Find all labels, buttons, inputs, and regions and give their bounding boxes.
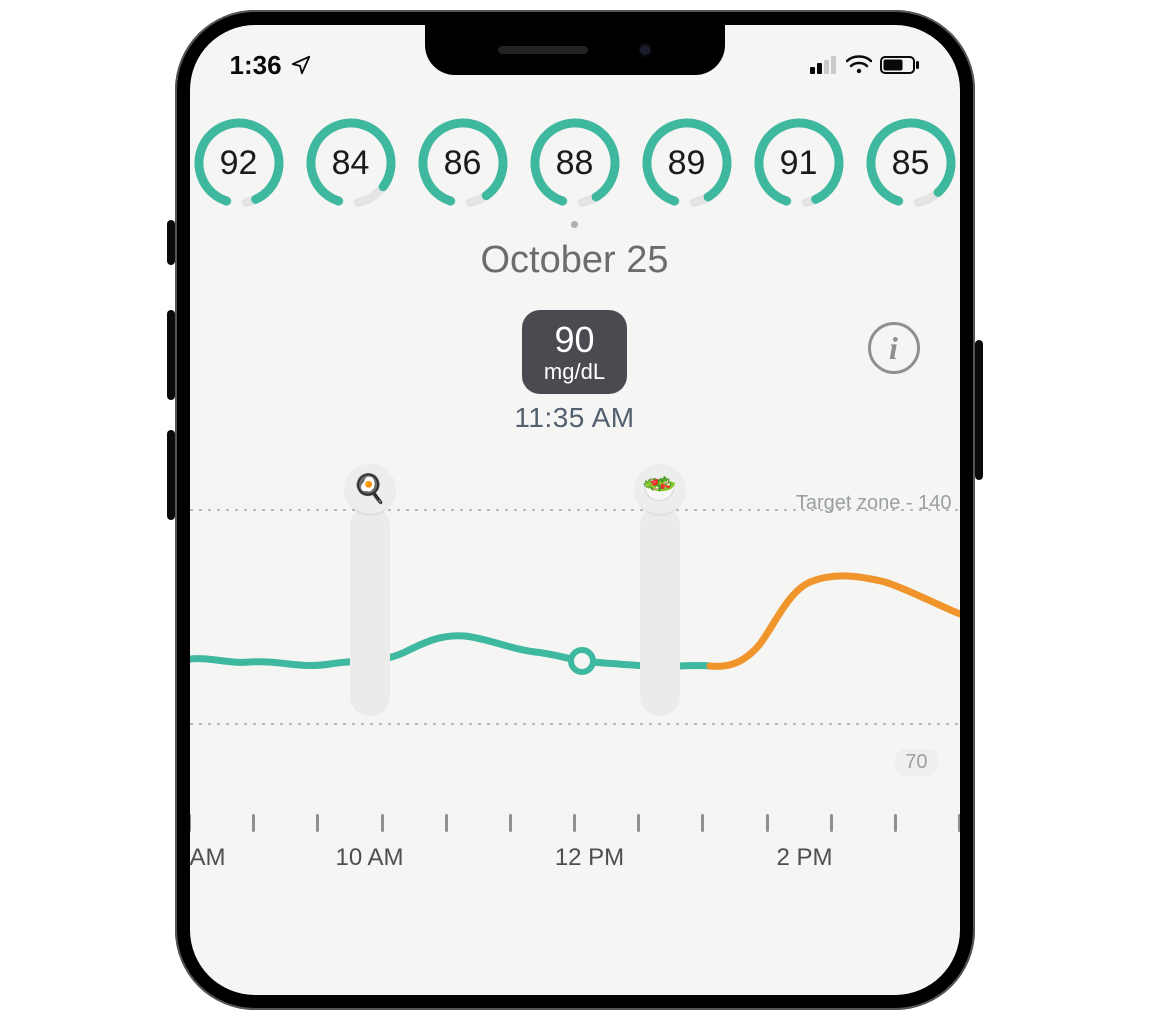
x-axis-tick (637, 814, 640, 832)
cellular-signal-icon (810, 56, 838, 74)
phone-notch (425, 25, 725, 75)
x-axis-tick (573, 814, 576, 832)
phone-volume-down (167, 430, 175, 520)
x-axis-tick (190, 814, 192, 832)
x-axis-tick (316, 814, 319, 832)
event-markers: 🍳 🥗 (190, 464, 960, 864)
battery-icon (880, 56, 920, 74)
x-axis-tick (252, 814, 255, 832)
current-reading-unit: mg/dL (544, 360, 605, 384)
status-time: 1:36 (230, 50, 282, 81)
phone-frame: 1:36 (175, 10, 975, 1010)
low-threshold-label: 70 (895, 749, 937, 776)
x-axis-label: AM (190, 844, 226, 872)
glucose-chart[interactable]: 🍳 🥗 Target zone - 140 70 AM10 AM12 PM2 P… (190, 464, 960, 864)
current-reading-block: 90 mg/dL 11:35 AM i (190, 310, 960, 434)
front-camera (638, 43, 652, 57)
x-axis-tick (830, 814, 833, 832)
daily-score-ring[interactable]: 89 (641, 117, 733, 209)
daily-score-value: 91 (753, 117, 845, 209)
daily-score-value: 85 (865, 117, 957, 209)
current-reading-value: 90 (544, 320, 605, 360)
target-zone-label: Target zone - 140 (796, 492, 952, 515)
x-axis-tick (381, 814, 384, 832)
chart-x-axis: AM 10 AM 12 PM 2 PM (190, 814, 960, 874)
current-reading-time: 11:35 AM (514, 402, 634, 434)
daily-score-value: 86 (417, 117, 509, 209)
current-reading-chip[interactable]: 90 mg/dL (522, 310, 627, 394)
x-axis-label: 2 PM (776, 844, 832, 872)
daily-score-ring[interactable]: 88 (529, 117, 621, 209)
page-dot-indicator (190, 215, 960, 233)
phone-power-button (975, 340, 983, 480)
daily-score-ring[interactable]: 92 (193, 117, 285, 209)
info-icon: i (889, 330, 898, 367)
daily-score-value: 92 (193, 117, 285, 209)
daily-score-value: 84 (305, 117, 397, 209)
salad-event-icon[interactable]: 🥗 (635, 464, 685, 514)
app-content: 92 84 86 88 89 91 85 (190, 105, 960, 995)
x-axis-label: 12 PM (555, 844, 624, 872)
daily-score-ring[interactable]: 91 (753, 117, 845, 209)
daily-score-ring[interactable]: 86 (417, 117, 509, 209)
x-axis-tick (509, 814, 512, 832)
x-axis-tick (958, 814, 960, 832)
x-axis-tick (701, 814, 704, 832)
daily-score-ring[interactable]: 84 (305, 117, 397, 209)
speaker-grille (498, 46, 588, 54)
x-axis-tick (894, 814, 897, 832)
meal-event-column-1 (350, 506, 390, 716)
daily-score-scroll[interactable]: 92 84 86 88 89 91 85 (190, 105, 960, 209)
daily-score-value: 89 (641, 117, 733, 209)
x-axis-tick (766, 814, 769, 832)
selected-date-label: October 25 (190, 239, 960, 282)
daily-score-ring[interactable]: 85 (865, 117, 957, 209)
meal-event-column-2 (640, 506, 680, 716)
wifi-icon (846, 55, 872, 75)
info-button[interactable]: i (868, 322, 920, 374)
location-arrow-icon (290, 54, 312, 76)
x-axis-label: 10 AM (335, 844, 403, 872)
daily-score-value: 88 (529, 117, 621, 209)
phone-volume-up (167, 310, 175, 400)
phone-screen: 1:36 (190, 25, 960, 995)
x-axis-tick (445, 814, 448, 832)
breakfast-event-icon[interactable]: 🍳 (345, 464, 395, 514)
phone-silence-switch (167, 220, 175, 265)
